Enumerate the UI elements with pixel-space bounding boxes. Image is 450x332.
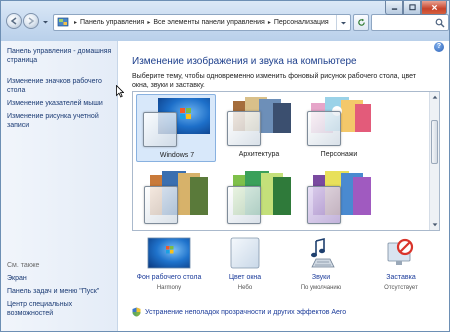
desktop-background-link[interactable]: Фон рабочего стола <box>132 274 206 281</box>
aero-troubleshoot-label: Устранение неполадок прозрачности и друг… <box>145 308 347 316</box>
back-arrow-icon <box>10 17 17 25</box>
maximize-button[interactable] <box>403 1 421 15</box>
theme-nature[interactable] <box>219 166 299 230</box>
taskbar-start-menu-link[interactable]: Панель задач и меню "Пуск" <box>7 287 115 296</box>
window-color-icon[interactable] <box>230 237 260 271</box>
theme-landscapes[interactable] <box>136 166 216 230</box>
mouse-cursor-icon <box>116 85 124 98</box>
breadcrumb-separator[interactable]: ▸ <box>147 19 150 26</box>
maximize-icon <box>408 4 416 11</box>
refresh-icon <box>357 18 365 26</box>
change-desktop-icons-link[interactable]: Изменение значков рабочего стола <box>7 77 115 95</box>
theme-gallery[interactable]: Windows 7 Архитектура Персонажи <box>132 91 440 231</box>
breadcrumb-personalization[interactable]: Персонализация <box>274 19 329 26</box>
desktop-background-icon[interactable] <box>147 237 191 271</box>
theme-characters[interactable]: Персонажи <box>299 94 379 162</box>
display-link[interactable]: Экран <box>7 274 115 283</box>
scroll-down-button[interactable] <box>430 220 439 230</box>
window-color-link[interactable]: Цвет окна <box>208 274 282 281</box>
sounds-value: По умолчанию <box>300 285 342 291</box>
sounds-icon[interactable] <box>306 237 336 271</box>
breadcrumb-separator[interactable]: ▸ <box>268 19 271 26</box>
address-history-dropdown[interactable] <box>336 15 350 30</box>
window-color-swatch <box>307 186 341 224</box>
title-bar: ▸ Панель управления ▸ Все элементы панел… <box>1 1 449 41</box>
desktop-background-value: Harmony <box>156 285 182 291</box>
page-title: Изменение изображения и звука на компьют… <box>132 56 357 67</box>
help-button[interactable]: ? <box>434 42 444 52</box>
forward-arrow-icon <box>28 17 35 25</box>
chevron-up-icon <box>432 95 437 99</box>
window-color-swatch <box>144 186 178 224</box>
window-color-swatch <box>307 111 341 146</box>
theme-windows7[interactable]: Windows 7 <box>136 94 216 162</box>
window-color-swatch <box>143 112 177 147</box>
page-description: Выберите тему, чтобы одновременно измени… <box>132 73 416 89</box>
recent-pages-dropdown[interactable] <box>42 19 49 25</box>
theme-label: Архитектура <box>238 151 280 158</box>
screen-saver-link[interactable]: Заставка <box>364 274 438 281</box>
chevron-down-icon <box>341 21 346 24</box>
screen-saver-value: Отсутствует <box>384 285 418 291</box>
forward-button[interactable] <box>23 13 39 29</box>
scroll-up-button[interactable] <box>430 92 439 102</box>
theme-architecture[interactable]: Архитектура <box>219 94 299 162</box>
sounds-link[interactable]: Звуки <box>284 274 358 281</box>
search-input[interactable] <box>371 14 449 31</box>
see-also-heading: См. также <box>7 262 40 269</box>
change-mouse-pointers-link[interactable]: Изменение указателей мыши <box>7 99 115 108</box>
window-color-swatch <box>227 111 261 146</box>
control-panel-icon <box>57 17 69 27</box>
personalization-window: ▸ Панель управления ▸ Все элементы панел… <box>0 0 450 332</box>
back-button[interactable] <box>6 13 22 29</box>
window-color-swatch <box>227 186 261 224</box>
close-button[interactable] <box>421 1 447 15</box>
theme-scenes[interactable] <box>299 166 379 230</box>
close-icon <box>431 4 437 11</box>
minimize-icon <box>391 8 397 10</box>
theme-gallery-scrollbar[interactable] <box>429 92 439 230</box>
control-panel-home-link[interactable]: Панель управления - домашняя страница <box>7 47 115 65</box>
change-account-picture-link[interactable]: Изменение рисунка учетной записи <box>7 112 115 130</box>
minimize-button[interactable] <box>385 1 403 15</box>
scroll-thumb[interactable] <box>431 120 438 164</box>
breadcrumb-separator[interactable]: ▸ <box>74 19 77 26</box>
window-color-value: Небо <box>237 285 253 291</box>
chevron-down-icon <box>432 223 437 227</box>
screen-saver-icon[interactable] <box>386 237 416 271</box>
window-controls <box>385 1 447 15</box>
breadcrumb-control-panel[interactable]: Панель управления <box>80 19 144 26</box>
address-bar[interactable]: ▸ Панель управления ▸ Все элементы панел… <box>53 14 351 31</box>
theme-label: Персонажи <box>320 151 358 158</box>
aero-troubleshoot-link[interactable]: Устранение неполадок прозрачности и друг… <box>132 307 346 317</box>
theme-label: Windows 7 <box>159 152 195 159</box>
ease-of-access-link[interactable]: Центр специальных возможностей <box>7 300 115 318</box>
breadcrumb-all-items[interactable]: Все элементы панели управления <box>153 19 264 26</box>
refresh-button[interactable] <box>353 14 369 31</box>
shield-icon <box>132 307 141 317</box>
search-icon <box>435 18 445 28</box>
